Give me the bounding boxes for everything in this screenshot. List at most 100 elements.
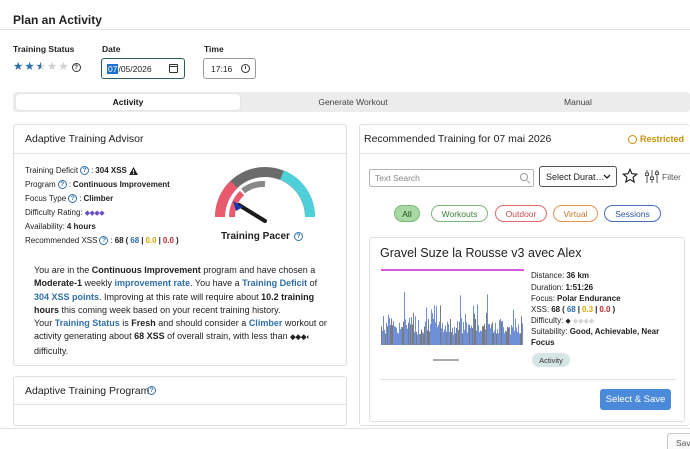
- star-outline-icon[interactable]: [622, 168, 638, 184]
- profile-bar: [495, 322, 496, 345]
- profile-bar: [402, 327, 403, 345]
- difficulty-row: Difficulty Rating: ◆◆◆◆: [25, 208, 105, 217]
- profile-bar: [434, 305, 435, 345]
- profile-bar: [518, 324, 519, 345]
- profile-bar: [492, 322, 493, 345]
- profile-bar: [450, 318, 451, 345]
- calendar-icon[interactable]: [169, 64, 178, 73]
- help-icon[interactable]: ?: [294, 232, 303, 241]
- profile-bar: [456, 327, 457, 345]
- profile-bar: [474, 313, 475, 345]
- date-rest-segment[interactable]: /05/2026: [118, 64, 151, 74]
- star-icon: ★: [58, 61, 69, 73]
- profile-bar: [447, 321, 448, 345]
- training-deficit-link[interactable]: Training Deficit: [242, 278, 307, 288]
- time-label: Time: [204, 44, 224, 54]
- clock-icon[interactable]: [241, 64, 250, 73]
- profile-bar: [427, 330, 428, 345]
- workout-duration: Duration: 1:51:26: [531, 283, 594, 292]
- profile-bar: [399, 322, 400, 345]
- profile-bar: [410, 324, 411, 345]
- rec-xss-label: Recommended XSS: [25, 236, 98, 245]
- profile-bar: [423, 333, 424, 345]
- profile-bar: [429, 331, 430, 345]
- improvement-rate-link[interactable]: improvement rate: [115, 278, 191, 288]
- time-input[interactable]: 17:16: [203, 58, 256, 79]
- profile-bar: [381, 326, 382, 345]
- profile-bar: [403, 321, 404, 345]
- gauge-inner-gray-arc: [241, 180, 266, 194]
- search-input[interactable]: Text Search: [369, 169, 534, 187]
- search-icon[interactable]: [520, 173, 528, 181]
- pill-outdoor[interactable]: Outdoor: [495, 205, 547, 222]
- date-month-segment[interactable]: 07: [107, 63, 119, 74]
- profile-bar: [433, 318, 434, 345]
- profile-bar: [439, 321, 440, 345]
- profile-bar: [420, 333, 421, 345]
- page-title: Plan an Activity: [13, 13, 102, 27]
- workout-suitability: Suitability: Good, Achievable, Near Focu…: [531, 327, 660, 347]
- workout-name: Gravel Suze la Rousse v3 avec Alex: [380, 246, 582, 260]
- profile-bar: [421, 329, 422, 345]
- profile-bar: [522, 323, 523, 345]
- profile-bar: [462, 333, 463, 345]
- profile-bar: [397, 332, 398, 345]
- profile-bar: [401, 327, 402, 345]
- profile-bar: [473, 305, 474, 345]
- profile-bar: [414, 332, 415, 345]
- profile-bar: [509, 326, 510, 345]
- help-icon[interactable]: ?: [68, 194, 78, 203]
- help-icon[interactable]: ?: [147, 386, 156, 395]
- tab-activity[interactable]: Activity: [16, 94, 240, 110]
- help-icon[interactable]: ?: [57, 180, 67, 189]
- profile-bar: [501, 321, 502, 345]
- profile-bar: [458, 329, 459, 345]
- availability-row: Availability: 4 hours: [25, 222, 96, 231]
- profile-bar: [405, 319, 406, 345]
- filter-icon[interactable]: [645, 170, 659, 183]
- workout-divider: [380, 379, 676, 380]
- profile-bar: [424, 326, 425, 345]
- recommended-title: Recommended Training for 07 mai 2026: [364, 133, 552, 145]
- help-icon[interactable]: ?: [99, 236, 109, 245]
- workout-profile-chart: [381, 292, 523, 361]
- help-icon[interactable]: ?: [71, 62, 81, 72]
- profile-bar: [390, 325, 391, 345]
- profile-bar: [485, 329, 486, 345]
- pill-sessions[interactable]: Sessions: [604, 205, 661, 222]
- profile-bar: [449, 331, 450, 345]
- filter-label[interactable]: Filter: [662, 172, 681, 182]
- profile-bar: [441, 328, 442, 345]
- profile-bar: [416, 331, 417, 345]
- profile-bar: [460, 295, 461, 345]
- help-icon[interactable]: ?: [80, 166, 90, 175]
- profile-bar: [459, 321, 460, 345]
- select-save-button[interactable]: Select & Save: [600, 389, 671, 410]
- recommended-divider: [360, 153, 690, 154]
- profile-bars: [381, 292, 523, 345]
- profile-bar: [467, 332, 468, 345]
- tab-manual[interactable]: Manual: [466, 94, 690, 110]
- restricted-badge[interactable]: Restricted: [628, 134, 684, 144]
- training-status-link[interactable]: Training Status: [55, 318, 120, 328]
- save-button[interactable]: Save: [667, 433, 690, 449]
- duration-select[interactable]: Select Durat…: [539, 166, 617, 187]
- profile-bar: [469, 324, 470, 345]
- pill-all[interactable]: All: [394, 205, 420, 222]
- profile-bar: [430, 324, 431, 345]
- training-status-stars[interactable]: ★ ★ ★ ★ ★ ?: [13, 61, 81, 73]
- profile-bar: [476, 330, 477, 345]
- profile-bar: [461, 317, 462, 345]
- date-input[interactable]: 07/05/2026: [101, 58, 185, 79]
- workout-difficulty: Difficulty: ◆ ◆◆◆◆: [531, 316, 595, 325]
- pill-workouts[interactable]: Workouts: [431, 205, 488, 222]
- profile-bar: [454, 326, 455, 345]
- tab-generate-workout[interactable]: Generate Workout: [243, 94, 463, 110]
- profile-bar: [517, 331, 518, 345]
- profile-bar: [508, 327, 509, 345]
- time-value[interactable]: 17:16: [211, 64, 232, 74]
- pill-virtual[interactable]: Virtual: [553, 205, 598, 222]
- profile-bar: [511, 325, 512, 345]
- profile-bar: [451, 332, 452, 345]
- climber-link[interactable]: Climber: [249, 318, 283, 328]
